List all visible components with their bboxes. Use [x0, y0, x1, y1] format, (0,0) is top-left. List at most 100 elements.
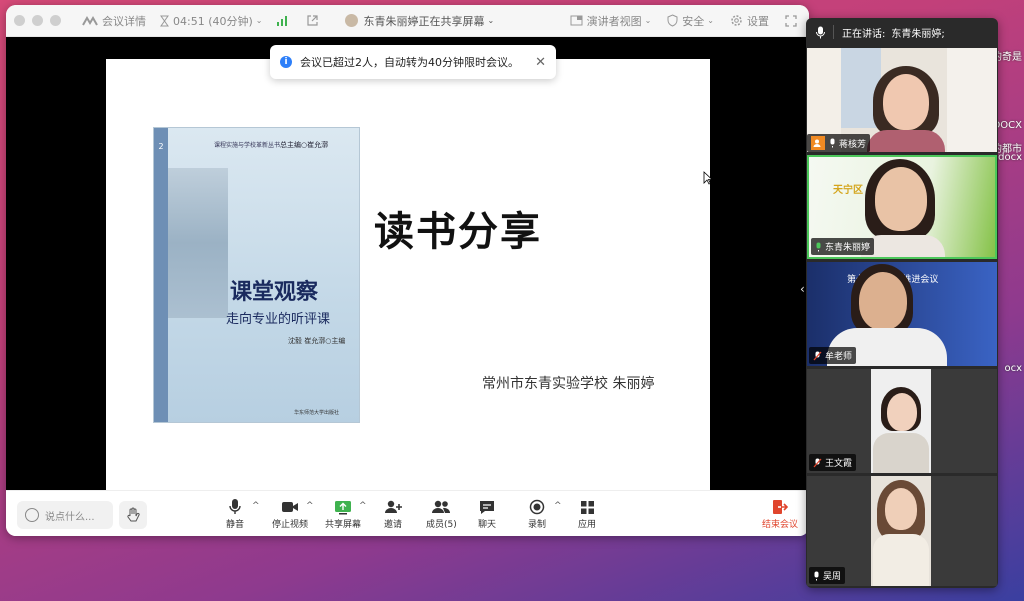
microphone-icon — [229, 499, 241, 514]
participant-name: 东青朱丽婷 — [825, 243, 871, 253]
mouse-cursor-icon — [703, 171, 713, 185]
speaking-name: 东青朱丽婷; — [891, 28, 945, 40]
raise-hand-button[interactable] — [119, 501, 147, 529]
participant-face — [887, 393, 917, 431]
participant-name-label: 王文霞 — [809, 454, 857, 471]
chevron-down-icon: ⌄ — [255, 16, 263, 25]
stop-video-label: 停止视频 — [272, 520, 309, 530]
gear-icon — [731, 15, 742, 26]
hand-icon — [127, 507, 140, 522]
fullscreen-icon — [785, 14, 797, 27]
minimize-window-button[interactable] — [32, 15, 43, 26]
participant-video-tile[interactable]: 蒋核芳 — [807, 48, 997, 152]
limit-notice-toast: i 会议已超过2人，自动转为40分钟限时会议。 ✕ — [270, 45, 556, 79]
record-icon — [529, 499, 545, 515]
apps-button[interactable]: 应用 — [578, 497, 596, 530]
microphone-icon — [816, 242, 821, 251]
settings-label: 设置 — [747, 14, 769, 28]
apps-grid-icon — [580, 500, 594, 514]
presenter-view-label: 演讲者视图 — [586, 14, 642, 28]
pop-out-button[interactable] — [306, 14, 323, 27]
microphone-icon — [816, 26, 825, 38]
quick-chat-input[interactable]: 说点什么... — [17, 501, 113, 529]
fullscreen-button[interactable] — [785, 14, 801, 27]
share-screen-button[interactable]: 共享屏幕 — [325, 497, 361, 530]
add-user-icon — [385, 500, 402, 513]
close-icon[interactable]: ✕ — [535, 55, 546, 70]
meeting-timer[interactable]: 04:51 (40分钟) ⌄ — [160, 13, 262, 29]
participant-face — [885, 488, 917, 530]
participant-name: 蒋核芳 — [839, 139, 867, 150]
external-link-icon — [307, 15, 319, 26]
presenter-view-button[interactable]: 演讲者视图 ⌄ — [570, 13, 652, 29]
slide-author: 常州市东青实验学校 朱丽婷 — [482, 376, 655, 392]
participant-name: 吴周 — [823, 572, 842, 582]
participants-panel: 正在讲话: 东青朱丽婷; 蒋核芳 天宁区 工作室 东青朱丽婷 第七届 “智 — [806, 18, 998, 588]
speaking-label: 正在讲话: — [842, 28, 886, 40]
sharing-status[interactable]: 东青朱丽婷正在共享屏幕 ⌄ — [345, 13, 494, 29]
desktop-file-label[interactable]: ocx — [1004, 363, 1022, 374]
microphone-icon — [830, 138, 835, 148]
participant-video-tile[interactable]: 王文霞 — [807, 369, 997, 473]
collapse-panel-arrow-icon[interactable]: ‹ — [800, 282, 805, 296]
participant-name-label: 吴周 — [809, 567, 846, 584]
info-icon: i — [280, 56, 292, 68]
meeting-toolbar: 说点什么... 静音 ^ 停止视频 ^ 共享屏幕 ^ 邀请 成员(5) 聊天 录… — [6, 490, 809, 536]
share-options-caret[interactable]: ^ — [359, 501, 367, 511]
participant-video-tile[interactable]: 第七届 “智 室推进会议 牟老师 — [807, 262, 997, 366]
participant-name: 王文霞 — [825, 459, 853, 469]
emoji-icon[interactable] — [25, 508, 39, 522]
chat-button[interactable]: 聊天 — [478, 497, 496, 530]
participant-body — [873, 433, 929, 473]
book-authors: 沈毅 崔允漷○主编 — [288, 337, 346, 345]
security-button[interactable]: 安全 ⌄ — [667, 13, 714, 29]
shared-screen[interactable]: 2 课程实施与学校革新丛书 总主编○崔允漷 课堂观察 走向专业的听评课 沈毅 崔… — [6, 37, 809, 490]
slide-title: 读书分享 — [374, 208, 542, 255]
participant-video-tile[interactable]: 吴周 — [807, 476, 997, 586]
speaking-indicator: 正在讲话: 东青朱丽婷; — [806, 18, 998, 46]
meeting-logo-icon — [82, 15, 98, 25]
mute-button[interactable]: 静音 — [226, 497, 244, 530]
record-button[interactable]: 录制 — [528, 497, 546, 530]
record-label: 录制 — [528, 520, 547, 530]
participant-face — [883, 74, 929, 130]
users-icon — [432, 500, 451, 513]
stop-video-button[interactable]: 停止视频 — [272, 497, 308, 530]
end-meeting-label: 结束会议 — [762, 520, 799, 530]
close-window-button[interactable] — [14, 15, 25, 26]
timer-text: 04:51 (40分钟) — [173, 14, 253, 28]
participant-body — [867, 130, 945, 152]
book-editor: 总主编○崔允漷 — [280, 141, 329, 149]
book-publisher: 华东师范大学出版社 — [294, 410, 340, 416]
security-label: 安全 — [682, 14, 705, 28]
participant-face — [859, 272, 907, 330]
shelf-background — [947, 48, 997, 152]
settings-button[interactable]: 设置 — [730, 13, 769, 29]
audio-options-caret[interactable]: ^ — [252, 501, 260, 511]
book-spine-number: 2 — [158, 142, 164, 151]
video-options-caret[interactable]: ^ — [306, 501, 314, 511]
meeting-details-button[interactable]: 会议详情 — [82, 13, 146, 29]
participant-name-label: 蒋核芳 — [807, 134, 871, 152]
sharing-status-text: 东青朱丽婷正在共享屏幕 — [363, 14, 485, 28]
participant-face — [875, 167, 927, 231]
chevron-down-icon: ⌄ — [644, 16, 652, 25]
signal-strength[interactable] — [276, 15, 292, 27]
video-camera-icon — [282, 502, 298, 512]
record-options-caret[interactable]: ^ — [554, 501, 562, 511]
desktop-file-label[interactable]: .docx — [995, 152, 1022, 163]
hourglass-icon — [160, 15, 169, 26]
chat-placeholder: 说点什么... — [45, 511, 95, 523]
presentation-slide: 2 课程实施与学校革新丛书 总主编○崔允漷 课堂观察 走向专业的听评课 沈毅 崔… — [106, 59, 713, 490]
host-badge-icon — [811, 136, 825, 150]
end-meeting-button[interactable]: 结束会议 — [762, 497, 798, 530]
invite-button[interactable]: 邀请 — [384, 497, 402, 530]
participant-name-label: 牟老师 — [809, 347, 857, 364]
microphone-muted-icon — [813, 458, 822, 467]
chevron-down-icon: ⌄ — [707, 16, 714, 25]
participant-video-tile[interactable]: 天宁区 工作室 东青朱丽婷 — [807, 155, 997, 259]
book-title: 课堂观察 — [230, 279, 319, 305]
zoom-window-button[interactable] — [50, 15, 61, 26]
members-button[interactable]: 成员(5) — [426, 497, 457, 530]
members-label: 成员(5) — [426, 520, 457, 530]
